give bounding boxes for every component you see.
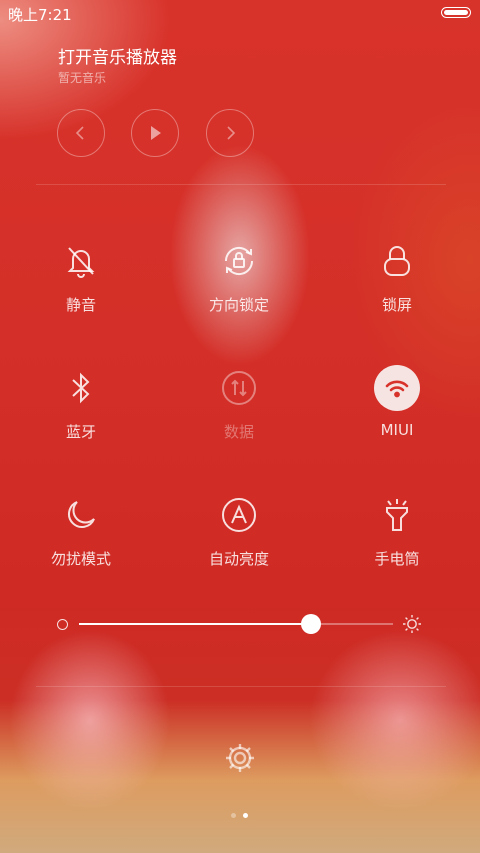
control-center-screen: 晚上7:21 打开音乐播放器 暂无音乐 静音 方向锁定 锁屏 蓝牙 数据 MIU… [0, 0, 480, 853]
settings-gear-icon[interactable] [222, 740, 258, 776]
chevron-right-icon [227, 126, 236, 140]
music-player-subtitle: 暂无音乐 [58, 71, 107, 85]
toggle-label: MIUI [380, 421, 414, 439]
rotation-lock-icon [216, 238, 262, 284]
brightness-high-icon [403, 615, 421, 633]
battery-icon [441, 7, 471, 18]
toggle-label: 方向锁定 [208, 296, 269, 314]
toggle-mobile-data[interactable]: 数据 [164, 365, 314, 445]
play-icon [151, 126, 161, 140]
toggle-wifi[interactable]: MIUI [322, 365, 472, 445]
toggle-bluetooth[interactable]: 蓝牙 [6, 365, 156, 445]
brightness-low-icon [57, 619, 68, 630]
flashlight-icon [374, 492, 420, 538]
toggle-auto-brightness[interactable]: 自动亮度 [164, 492, 314, 572]
page-indicator-dot-2 [243, 813, 248, 818]
brightness-slider-thumb[interactable] [301, 614, 321, 634]
music-player-title[interactable]: 打开音乐播放器 [58, 43, 177, 68]
toggle-do-not-disturb[interactable]: 勿扰模式 [6, 492, 156, 572]
next-track-button[interactable] [206, 109, 254, 157]
status-time: 晚上7:21 [8, 6, 72, 24]
toggle-label: 锁屏 [381, 296, 412, 314]
toggle-lock-screen[interactable]: 锁屏 [322, 238, 472, 318]
moon-icon [58, 492, 104, 538]
toggle-mute[interactable]: 静音 [6, 238, 156, 318]
toggle-flashlight[interactable]: 手电筒 [322, 492, 472, 572]
chevron-left-icon [75, 126, 84, 140]
toggle-label: 自动亮度 [208, 550, 269, 568]
play-button[interactable] [131, 109, 179, 157]
bluetooth-icon [58, 365, 104, 411]
toggle-label: 静音 [65, 296, 96, 314]
divider [36, 184, 446, 185]
toggle-label: 数据 [223, 423, 254, 441]
previous-track-button[interactable] [57, 109, 105, 157]
bell-off-icon [58, 238, 104, 284]
toggle-label: 勿扰模式 [50, 550, 111, 568]
lock-icon [374, 238, 420, 284]
toggle-label: 蓝牙 [65, 423, 96, 441]
divider [36, 686, 446, 687]
data-icon [216, 365, 262, 411]
toggle-rotation-lock[interactable]: 方向锁定 [164, 238, 314, 318]
brightness-slider-fill [79, 623, 311, 625]
page-indicator-dot-1 [231, 813, 236, 818]
toggle-label: 手电筒 [374, 550, 420, 568]
auto-brightness-icon [216, 492, 262, 538]
wifi-icon [374, 365, 420, 411]
